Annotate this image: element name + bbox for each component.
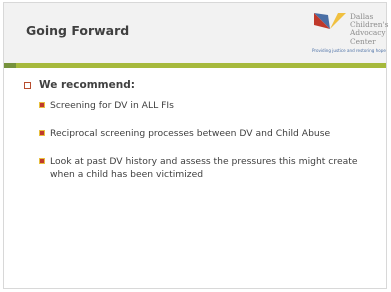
dcac-logo: Dallas Children's Advocacy Center Provid… [312,11,389,59]
square-bullet-icon [39,102,45,108]
bullet-item: Reciprocal screening processes between D… [39,127,374,140]
logo-tagline: Providing justice and restoring hope [312,48,386,53]
bullet-item: Look at past DV history and assess the p… [39,155,374,181]
slide-header: Going Forward Dallas Children's Advocacy… [4,3,389,63]
logo-text: Dallas Children's Advocacy Center [350,12,389,46]
square-bullet-icon [39,130,45,136]
hollow-square-bullet-icon [24,81,31,89]
logo-mark-icon [314,13,346,45]
slide: Going Forward Dallas Children's Advocacy… [3,2,389,289]
bullet-item-text: Look at past DV history and assess the p… [50,156,358,180]
slide-title: Going Forward [26,23,130,38]
bullet-lead-text: We recommend: [39,79,135,91]
square-bullet-icon [39,158,45,164]
accent-bar-left [4,63,16,68]
bullet-item-text: Screening for DV in ALL FIs [50,100,174,111]
bullet-item: Screening for DV in ALL FIs [39,99,374,112]
bullet-lead: We recommend: [24,79,374,91]
accent-bar [4,63,386,68]
bullet-item-text: Reciprocal screening processes between D… [50,128,331,139]
slide-content: We recommend: Screening for DV in ALL FI… [24,79,374,181]
